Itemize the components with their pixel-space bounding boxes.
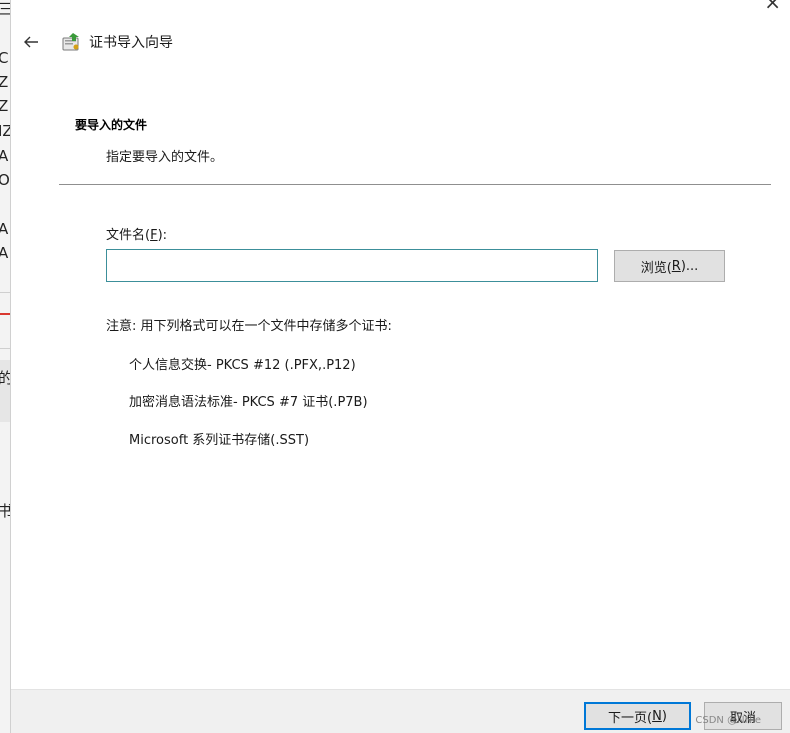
background-text-fragment: Z xyxy=(0,97,9,115)
screen: 三 C Z Z IZ A O A A 的 书 × 证书导入向导 要导入的文件 指… xyxy=(0,0,790,733)
background-red-line xyxy=(0,313,10,315)
background-divider xyxy=(0,348,10,349)
back-button[interactable] xyxy=(19,30,43,54)
background-text-fragment: A xyxy=(0,147,9,165)
format-item-p7b: 加密消息语法标准- PKCS #7 证书(.P7B) xyxy=(129,395,368,410)
arrow-left-icon xyxy=(24,36,38,48)
next-label: 下一页( xyxy=(608,710,653,726)
background-text-fragment: Z xyxy=(0,73,9,91)
file-name-label-text: 文件名( xyxy=(106,228,151,243)
multiple-certificates-note: 注意: 用下列格式可以在一个文件中存储多个证书: xyxy=(106,319,392,334)
file-name-accelerator: F xyxy=(150,228,158,243)
wizard-footer: 下一页(N) 取消 CSDN @NNie xyxy=(11,689,790,733)
watermark: CSDN @NNie xyxy=(695,715,761,726)
wizard-title: 证书导入向导 xyxy=(89,35,173,51)
file-name-input[interactable] xyxy=(106,249,598,282)
close-icon[interactable]: × xyxy=(764,0,781,12)
background-divider xyxy=(0,292,10,293)
next-accelerator: N xyxy=(652,708,662,724)
background-window-strip: 三 C Z Z IZ A O A A 的 书 xyxy=(0,0,10,733)
header-divider xyxy=(59,184,771,185)
background-text-fragment: C xyxy=(0,49,9,67)
browse-button[interactable]: 浏览(R)... xyxy=(614,250,725,282)
background-text-fragment: 书 xyxy=(0,502,10,520)
file-name-label-suffix: ): xyxy=(157,228,168,243)
format-item-sst: Microsoft 系列证书存储(.SST) xyxy=(129,433,310,448)
background-text-fragment: 三 xyxy=(0,0,10,18)
background-text-fragment: IZ xyxy=(0,122,10,140)
background-text-fragment: A xyxy=(0,220,9,238)
background-text-fragment: 的 xyxy=(0,369,10,387)
background-text-fragment: O xyxy=(0,171,10,189)
section-heading: 要导入的文件 xyxy=(75,118,148,132)
certificate-import-wizard-dialog: × 证书导入向导 要导入的文件 指定要导入的文件。 文件名(F): 浏览(R).… xyxy=(10,0,790,733)
format-item-pfx: 个人信息交换- PKCS #12 (.PFX,.P12) xyxy=(129,358,356,373)
wizard-header: 证书导入向导 xyxy=(19,30,173,54)
next-label-suffix: ) xyxy=(661,708,667,724)
browse-accelerator: R xyxy=(671,258,681,274)
next-button[interactable]: 下一页(N) xyxy=(584,702,691,730)
file-name-label: 文件名(F): xyxy=(106,224,167,243)
certificate-wizard-icon xyxy=(62,33,79,51)
browse-label-suffix: )... xyxy=(680,258,699,274)
background-text-fragment: A xyxy=(0,244,9,262)
browse-label: 浏览( xyxy=(640,260,672,276)
section-subtitle: 指定要导入的文件。 xyxy=(106,150,224,165)
